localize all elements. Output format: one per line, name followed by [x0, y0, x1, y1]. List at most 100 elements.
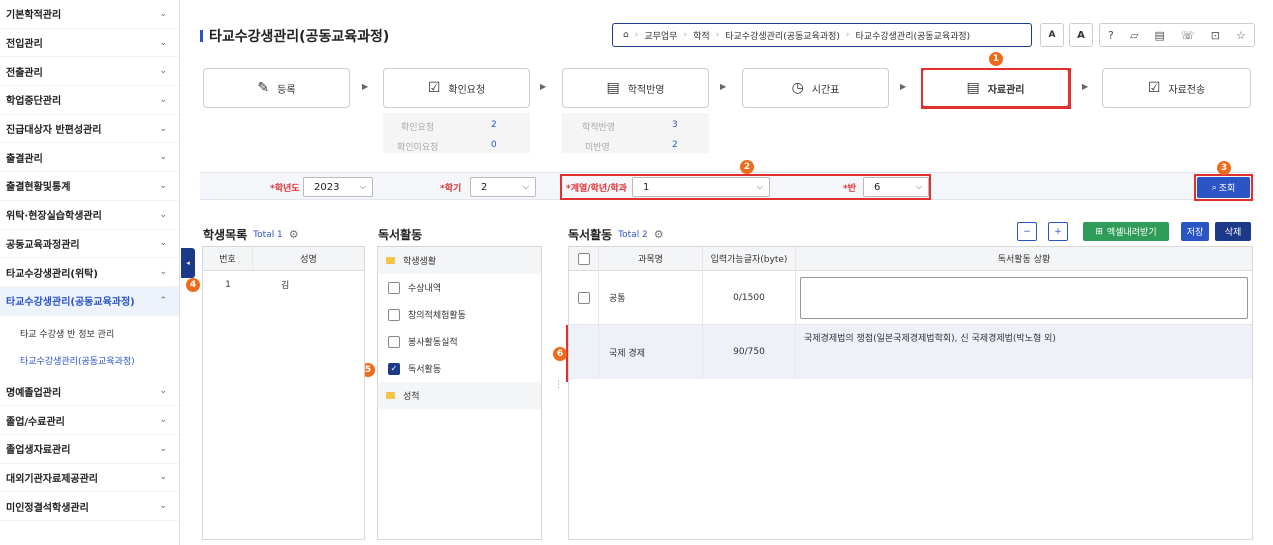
major-select[interactable]: 1 ⌵: [632, 177, 770, 197]
tree-item-volunteer[interactable]: 봉사활동실적: [378, 328, 541, 355]
col-select-all: [569, 247, 599, 270]
remove-row-button[interactable]: −: [1017, 222, 1037, 241]
stat-value[interactable]: 2: [491, 120, 497, 130]
step-timetable[interactable]: ◷ 시간표: [742, 68, 889, 108]
sidebar-item-graduate-records[interactable]: 졸업생자료관리 ⌄: [0, 435, 179, 464]
stat-value[interactable]: 3: [672, 120, 678, 130]
stat-value[interactable]: 0: [491, 140, 497, 150]
sidebar-item-unexcused-absence[interactable]: 미인정결석학생관리 ⌄: [0, 492, 179, 521]
tree-folder-student-life[interactable]: 학생생활: [378, 247, 541, 274]
semester-select[interactable]: 2 ⌵: [470, 177, 536, 197]
sidebar-collapse-button[interactable]: ◂: [181, 248, 195, 278]
step-record-reflect[interactable]: ▤ 학적반영: [562, 68, 709, 108]
panel-splitter-handle[interactable]: ⋮: [554, 380, 563, 390]
gear-icon[interactable]: ⚙: [289, 228, 299, 241]
sidebar-item-external-entrusted[interactable]: 타교수강생관리(위탁) ⌄: [0, 258, 179, 287]
document-icon[interactable]: ▤: [1154, 29, 1164, 42]
col-name[interactable]: 성명: [253, 247, 364, 270]
reading-content-input[interactable]: [800, 276, 1248, 319]
table-row[interactable]: 공통 0/1500: [569, 271, 1252, 325]
col-byte-limit[interactable]: 입력가능글자(byte): [703, 247, 796, 270]
col-number[interactable]: 번호: [203, 247, 253, 270]
screen-icon[interactable]: ⊡: [1211, 29, 1220, 42]
sidebar-subitem-external-joint[interactable]: 타교수강생관리(공동교육과정): [0, 347, 179, 374]
year-label: *학년도: [270, 184, 300, 194]
add-row-button[interactable]: +: [1048, 222, 1068, 241]
chevron-down-icon: ⌄: [159, 267, 167, 278]
chevron-down-icon: ⌄: [159, 415, 167, 426]
table-row[interactable]: 1 김: [203, 271, 364, 298]
sidebar-item-transfer-in[interactable]: 전입관리 ⌄: [0, 29, 179, 58]
sidebar-item-dropout[interactable]: 학업중단관리 ⌄: [0, 86, 179, 115]
breadcrumb-item[interactable]: 학적: [693, 29, 710, 42]
sidebar-item-honorary-graduation[interactable]: 명예졸업관리 ⌄: [0, 378, 179, 407]
class-select[interactable]: 6 ⌵: [863, 177, 929, 197]
step-data-transfer[interactable]: ☑ 자료전송: [1102, 68, 1251, 108]
step-data-management[interactable]: ▤ 자료관리: [921, 68, 1070, 108]
tree-folder-grades[interactable]: 성적: [378, 382, 541, 409]
checkbox[interactable]: [388, 308, 400, 321]
sidebar-item-attendance-stats[interactable]: 출결현황및통계 ⌄: [0, 172, 179, 201]
delete-button[interactable]: 삭제: [1215, 222, 1251, 241]
search-button[interactable]: ⌕ 조회: [1197, 177, 1250, 198]
step-confirm-request[interactable]: ☑ 확인요청: [383, 68, 530, 108]
class-label: *반: [843, 184, 856, 194]
breadcrumb-separator-icon: ›: [683, 30, 688, 40]
table-row[interactable]: 국제 경제 90/750 국제경제법의 쟁점(일본국제경제법학회), 신 국제경…: [569, 325, 1252, 379]
student-table-header: 번호 성명: [203, 247, 364, 271]
tree-item-awards[interactable]: 수상내역: [378, 274, 541, 301]
folder-icon: [386, 257, 395, 264]
message-icon[interactable]: ▱: [1130, 29, 1138, 42]
excel-download-button[interactable]: ⊞ 엑셀내려받기: [1083, 222, 1169, 241]
major-label: *계열/학년/학과: [566, 184, 627, 194]
breadcrumb-item[interactable]: 타교수강생관리(공동교육과정): [856, 29, 971, 42]
tree-item-creative-activities[interactable]: 창의적체험활동: [378, 301, 541, 328]
step-marker: 2: [740, 160, 754, 174]
font-decrease-button[interactable]: A: [1040, 23, 1064, 47]
checkbox[interactable]: [388, 281, 400, 294]
select-all-checkbox[interactable]: [577, 252, 590, 265]
phone-icon[interactable]: ☏: [1181, 29, 1195, 42]
tree-item-reading[interactable]: ✓ 독서활동: [378, 355, 541, 382]
col-reading-status[interactable]: 독서활동 상황: [796, 247, 1252, 270]
step-register[interactable]: ✎ 등록: [203, 68, 350, 108]
sidebar-subitem-class-info[interactable]: 타교 수강생 반 정보 관리: [0, 320, 179, 347]
home-icon[interactable]: ⌂: [623, 30, 629, 40]
save-button[interactable]: 저장: [1181, 222, 1209, 241]
sidebar-item-basic-records[interactable]: 기본학적관리 ⌄: [0, 0, 179, 29]
clock-icon: ◷: [791, 80, 804, 96]
checkbox[interactable]: [388, 335, 400, 348]
breadcrumb-item[interactable]: 타교수강생관리(공동교육과정): [725, 29, 840, 42]
help-icon[interactable]: ?: [1108, 29, 1114, 42]
font-increase-button[interactable]: A: [1069, 23, 1093, 47]
page-title: 타교수강생관리(공동교육과정): [200, 26, 389, 46]
row-checkbox-cell: [569, 271, 599, 324]
edit-icon: ✎: [257, 80, 270, 96]
sidebar-item-graduation[interactable]: 졸업/수료관리 ⌄: [0, 406, 179, 435]
reading-content-text[interactable]: 국제경제법의 쟁점(일본국제경제법학회), 신 국제경제법(박노형 외): [796, 325, 1252, 379]
col-subject[interactable]: 과목명: [599, 247, 703, 270]
favorite-star-icon[interactable]: ☆: [1236, 29, 1246, 42]
sidebar-item-class-assignment[interactable]: 진급대상자 반편성관리 ⌄: [0, 115, 179, 144]
content-cell: [796, 271, 1252, 324]
sidebar-item-external-provision[interactable]: 대외기관자료제공관리 ⌄: [0, 464, 179, 493]
gear-icon[interactable]: ⚙: [654, 228, 664, 241]
sidebar-item-joint-curriculum[interactable]: 공동교육과정관리 ⌄: [0, 230, 179, 259]
sidebar-item-transfer-out[interactable]: 전출관리 ⌄: [0, 57, 179, 87]
subject-cell: 국제 경제: [599, 325, 703, 379]
stat-value[interactable]: 2: [672, 140, 678, 150]
checkbox-checked[interactable]: ✓: [388, 362, 400, 375]
step-marker: 1: [989, 52, 1003, 66]
sidebar-item-external-joint[interactable]: 타교수강생관리(공동교육과정) ⌃: [0, 286, 179, 316]
chevron-down-icon: ⌄: [159, 37, 167, 48]
year-select[interactable]: 2023 ⌵: [303, 177, 373, 197]
row-checkbox[interactable]: [577, 291, 590, 304]
step-marker: 3: [1217, 161, 1231, 175]
chevron-down-icon: ⌄: [159, 94, 167, 105]
sidebar-item-fieldwork[interactable]: 위탁·현장실습학생관리 ⌄: [0, 201, 179, 230]
chevron-down-icon: ⌄: [159, 386, 167, 397]
sidebar-item-attendance[interactable]: 출결관리 ⌄: [0, 143, 179, 173]
breadcrumb-item[interactable]: 교무업무: [644, 29, 677, 42]
breadcrumb-separator-icon: ›: [715, 30, 720, 40]
step-marker: 6: [553, 347, 567, 361]
